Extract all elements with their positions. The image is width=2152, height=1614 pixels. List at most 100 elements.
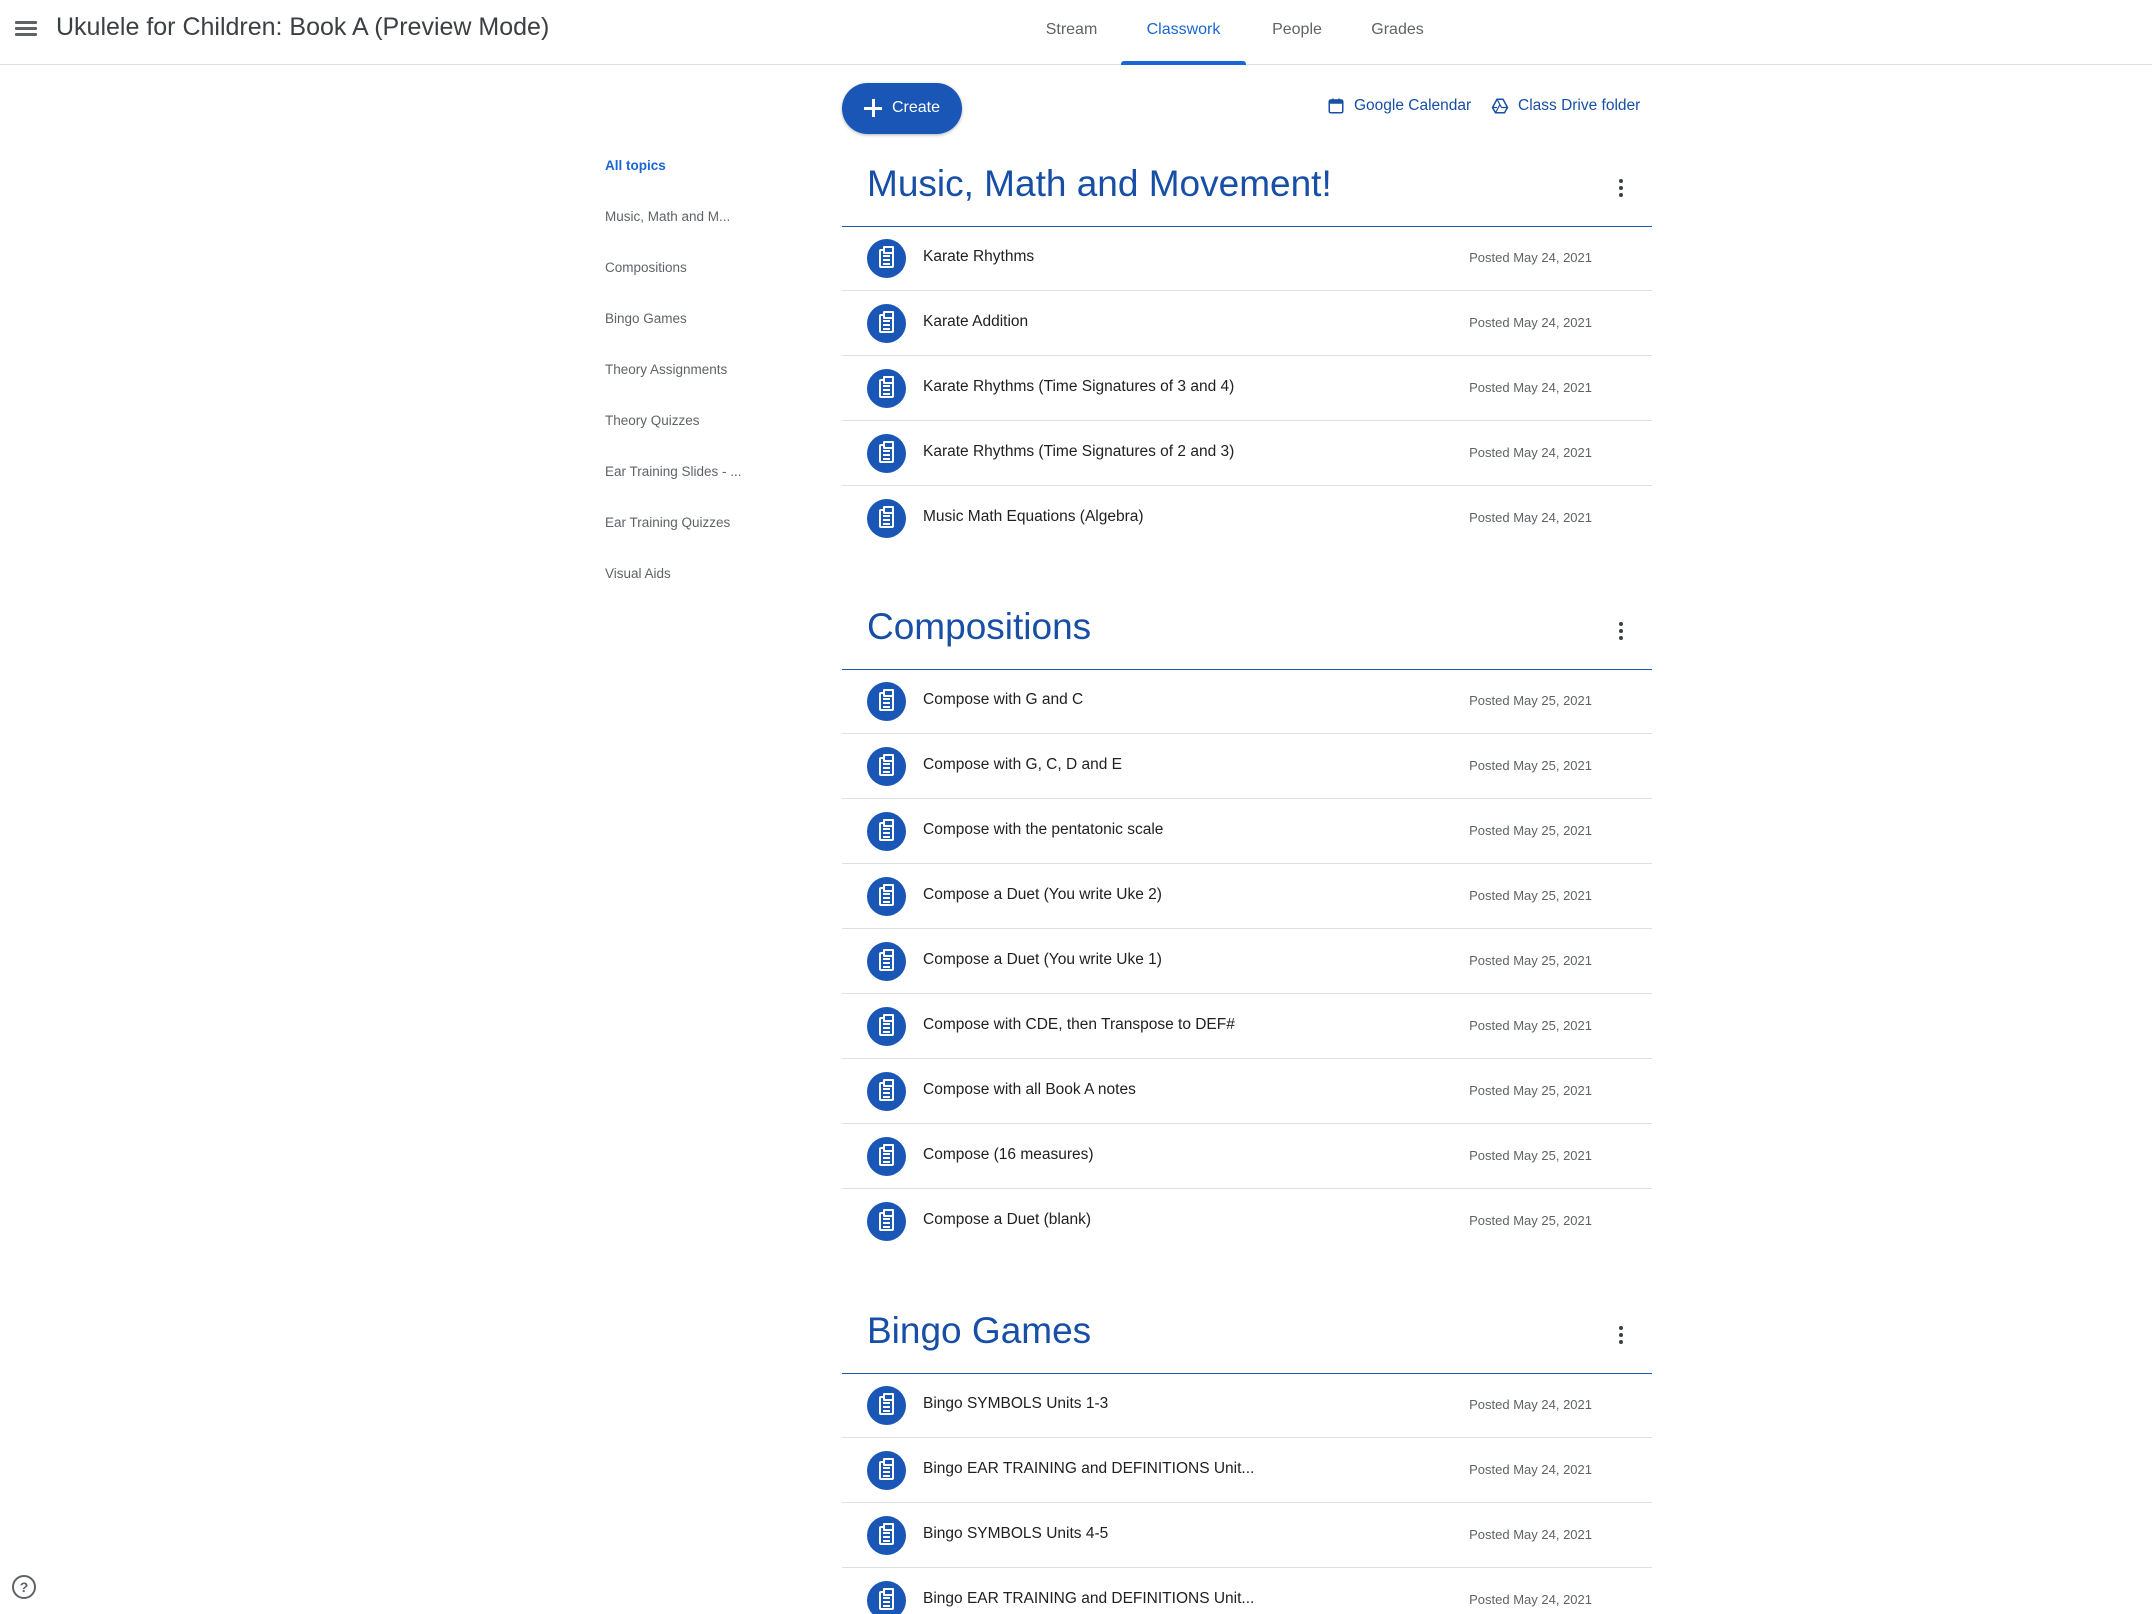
classwork-item-date: Posted May 25, 2021	[1469, 823, 1592, 838]
classwork-item-date: Posted May 24, 2021	[1469, 380, 1592, 395]
create-button-label: Create	[892, 99, 941, 116]
assignment-icon	[867, 1137, 906, 1176]
classwork-item-title: Compose with the pentatonic scale	[923, 821, 1164, 838]
classwork-item-title: Compose (16 measures)	[923, 1146, 1094, 1163]
classwork-item-date: Posted May 25, 2021	[1469, 1148, 1592, 1163]
assignment-icon	[867, 877, 906, 916]
tab-people[interactable]: People	[1271, 0, 1323, 65]
classwork-item[interactable]: Compose with the pentatonic scale Posted…	[842, 799, 1652, 864]
assignment-icon	[867, 1202, 906, 1241]
assignment-icon	[867, 239, 906, 278]
classwork-item-title: Music Math Equations (Algebra)	[923, 508, 1144, 525]
topic-bingo-games[interactable]: Bingo Games	[605, 311, 687, 326]
classwork-item-date: Posted May 25, 2021	[1469, 1018, 1592, 1033]
main-menu-icon[interactable]	[12, 14, 40, 42]
classwork-item-title: Karate Addition	[923, 313, 1029, 330]
tab-classwork[interactable]: Classwork	[1121, 0, 1246, 65]
classwork-item[interactable]: Compose with all Book A notes Posted May…	[842, 1059, 1652, 1124]
assignment-icon	[867, 499, 906, 538]
topic-ear-training-quizzes[interactable]: Ear Training Quizzes	[605, 515, 730, 530]
topic-compositions[interactable]: Compositions	[605, 260, 687, 275]
more-vert-icon[interactable]	[1611, 1321, 1631, 1349]
classwork-item[interactable]: Karate Rhythms Posted May 24, 2021	[842, 226, 1652, 291]
assignment-icon	[867, 304, 906, 343]
classwork-item-title: Compose a Duet (You write Uke 1)	[923, 951, 1162, 968]
assignment-icon	[867, 1516, 906, 1555]
topic-music-math-movement[interactable]: Music, Math and M...	[605, 209, 730, 224]
classwork-item-title: Karate Rhythms	[923, 248, 1035, 265]
classwork-item[interactable]: Karate Rhythms (Time Signatures of 2 and…	[842, 421, 1652, 486]
assignment-icon	[867, 1386, 906, 1425]
classwork-item-date: Posted May 25, 2021	[1469, 758, 1592, 773]
topic-all-topics[interactable]: All topics	[605, 158, 666, 173]
classwork-item[interactable]: Compose a Duet (blank) Posted May 25, 20…	[842, 1189, 1652, 1254]
classwork-item-title: Compose with G and C	[923, 691, 1084, 708]
class-drive-folder-label: Class Drive folder	[1518, 97, 1641, 114]
classwork-item-date: Posted May 24, 2021	[1469, 1397, 1592, 1412]
classwork-item-date: Posted May 25, 2021	[1469, 693, 1592, 708]
class-title[interactable]: Ukulele for Children: Book A (Preview Mo…	[56, 13, 549, 42]
classwork-item-title: Bingo EAR TRAINING and DEFINITIONS Unit.…	[923, 1590, 1255, 1607]
assignment-icon	[867, 434, 906, 473]
drive-icon	[1491, 98, 1509, 114]
calendar-icon	[1328, 98, 1344, 114]
classwork-item-date: Posted May 24, 2021	[1469, 315, 1592, 330]
classwork-item[interactable]: Compose a Duet (You write Uke 1) Posted …	[842, 929, 1652, 994]
classwork-item-title: Bingo EAR TRAINING and DEFINITIONS Unit.…	[923, 1460, 1255, 1477]
section-title[interactable]: Compositions	[867, 606, 1091, 648]
create-button[interactable]: Create	[842, 83, 962, 134]
assignment-icon	[867, 942, 906, 981]
classwork-item[interactable]: Compose with G, C, D and E Posted May 25…	[842, 734, 1652, 799]
help-icon[interactable]: ?	[12, 1575, 36, 1599]
classwork-item[interactable]: Karate Rhythms (Time Signatures of 3 and…	[842, 356, 1652, 421]
classwork-item[interactable]: Compose with CDE, then Transpose to DEF#…	[842, 994, 1652, 1059]
assignment-icon	[867, 1451, 906, 1490]
classwork-item-date: Posted May 25, 2021	[1469, 1213, 1592, 1228]
classwork-item-date: Posted May 24, 2021	[1469, 445, 1592, 460]
classwork-item[interactable]: Bingo SYMBOLS Units 1-3 Posted May 24, 2…	[842, 1373, 1652, 1438]
topic-theory-assignments[interactable]: Theory Assignments	[605, 362, 727, 377]
classwork-item-title: Karate Rhythms (Time Signatures of 3 and…	[923, 378, 1235, 395]
classwork-item[interactable]: Bingo SYMBOLS Units 4-5 Posted May 24, 2…	[842, 1503, 1652, 1568]
more-vert-icon[interactable]	[1611, 174, 1631, 202]
classwork-item-date: Posted May 24, 2021	[1469, 510, 1592, 525]
classwork-item-title: Compose with G, C, D and E	[923, 756, 1122, 773]
classwork-item[interactable]: Bingo EAR TRAINING and DEFINITIONS Unit.…	[842, 1438, 1652, 1503]
tab-stream[interactable]: Stream	[1043, 0, 1100, 65]
classwork-item[interactable]: Compose (16 measures) Posted May 25, 202…	[842, 1124, 1652, 1189]
classwork-item-date: Posted May 25, 2021	[1469, 888, 1592, 903]
classwork-item-date: Posted May 24, 2021	[1469, 1462, 1592, 1477]
classwork-item-date: Posted May 25, 2021	[1469, 1083, 1592, 1098]
assignment-icon	[867, 1072, 906, 1111]
classwork-item-date: Posted May 24, 2021	[1469, 1527, 1592, 1542]
classwork-item-title: Bingo SYMBOLS Units 4-5	[923, 1525, 1109, 1542]
classwork-item-date: Posted May 24, 2021	[1469, 1592, 1592, 1607]
classwork-item-title: Compose with all Book A notes	[923, 1081, 1136, 1098]
assignment-icon	[867, 747, 906, 786]
topic-ear-training-slides[interactable]: Ear Training Slides - ...	[605, 464, 742, 479]
assignment-icon	[867, 369, 906, 408]
assignment-icon	[867, 812, 906, 851]
classwork-item-title: Compose with CDE, then Transpose to DEF#	[923, 1016, 1235, 1033]
section-title[interactable]: Music, Math and Movement!	[867, 163, 1332, 205]
topic-theory-quizzes[interactable]: Theory Quizzes	[605, 413, 700, 428]
tab-grades[interactable]: Grades	[1370, 0, 1425, 65]
classwork-item[interactable]: Compose with G and C Posted May 25, 2021	[842, 669, 1652, 734]
assignment-icon	[867, 682, 906, 721]
top-app-bar: Ukulele for Children: Book A (Preview Mo…	[0, 0, 2152, 65]
classwork-item-date: Posted May 25, 2021	[1469, 953, 1592, 968]
classwork-item-title: Karate Rhythms (Time Signatures of 2 and…	[923, 443, 1235, 460]
classwork-item[interactable]: Bingo EAR TRAINING and DEFINITIONS Unit.…	[842, 1568, 1652, 1614]
classwork-item[interactable]: Karate Addition Posted May 24, 2021	[842, 291, 1652, 356]
section-title[interactable]: Bingo Games	[867, 1310, 1091, 1352]
topic-visual-aids[interactable]: Visual Aids	[605, 566, 671, 581]
plus-icon	[861, 96, 885, 120]
more-vert-icon[interactable]	[1611, 617, 1631, 645]
assignment-icon	[867, 1007, 906, 1046]
classwork-item-title: Compose a Duet (You write Uke 2)	[923, 886, 1162, 903]
classwork-item-date: Posted May 24, 2021	[1469, 250, 1592, 265]
classwork-item[interactable]: Compose a Duet (You write Uke 2) Posted …	[842, 864, 1652, 929]
classwork-item[interactable]: Music Math Equations (Algebra) Posted Ma…	[842, 486, 1652, 551]
classwork-item-title: Compose a Duet (blank)	[923, 1211, 1091, 1228]
google-calendar-label: Google Calendar	[1354, 97, 1472, 114]
